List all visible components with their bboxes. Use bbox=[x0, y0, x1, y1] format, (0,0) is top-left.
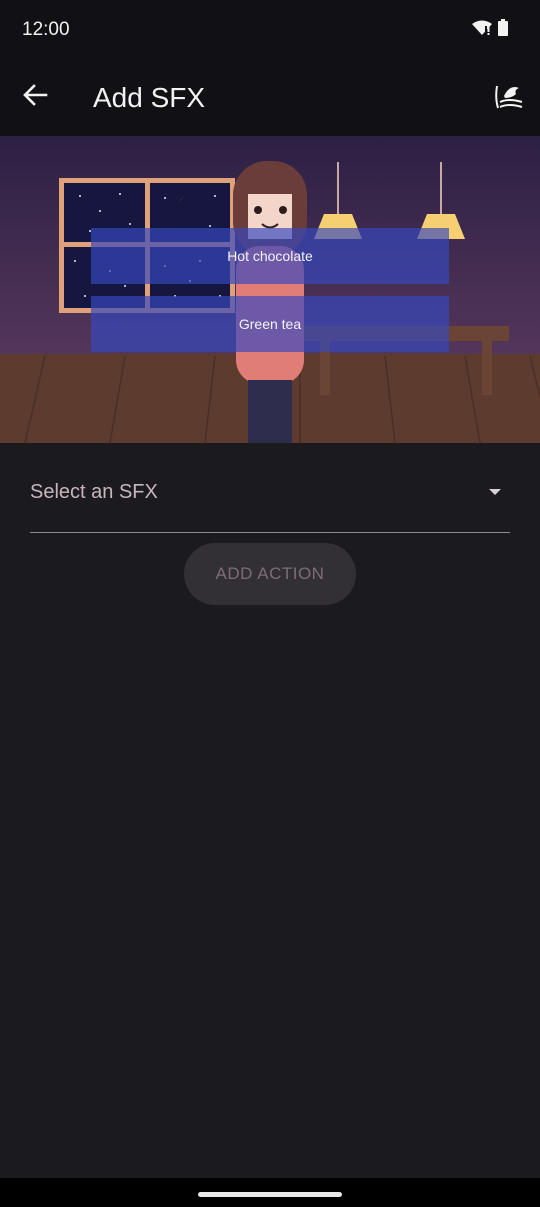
back-arrow-icon[interactable] bbox=[20, 80, 50, 110]
option-hot-chocolate-button[interactable]: Hot chocolate bbox=[91, 228, 449, 284]
option-green-tea-button[interactable]: Green tea bbox=[91, 296, 449, 352]
status-bar: 12:00 bbox=[0, 0, 540, 60]
add-action-button[interactable]: ADD ACTION bbox=[184, 543, 356, 605]
status-time: 12:00 bbox=[22, 19, 70, 40]
page-title: Add SFX bbox=[93, 82, 206, 113]
wifi-icon bbox=[472, 20, 492, 35]
app-logo-icon[interactable] bbox=[494, 82, 524, 112]
scene-illustration bbox=[0, 136, 540, 443]
navigation-bar bbox=[0, 1178, 540, 1207]
battery-icon bbox=[498, 19, 508, 36]
status-icons bbox=[472, 19, 508, 36]
dropdown-arrow-icon bbox=[489, 489, 501, 495]
sfx-select-dropdown[interactable]: Select an SFX bbox=[30, 463, 510, 533]
home-gesture-handle[interactable] bbox=[198, 1192, 342, 1197]
app-bar: Add SFX bbox=[0, 60, 540, 136]
room-scene bbox=[0, 136, 540, 443]
sfx-select-placeholder: Select an SFX bbox=[30, 481, 158, 503]
